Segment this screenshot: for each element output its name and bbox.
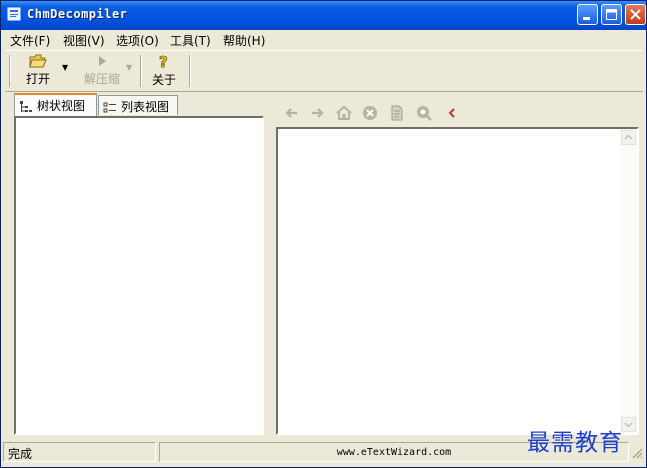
- minimize-button[interactable]: [577, 4, 598, 25]
- menu-file[interactable]: 文件(F): [10, 32, 50, 49]
- about-label: 关于: [151, 73, 176, 87]
- play-icon: [99, 56, 106, 66]
- close-icon: [630, 9, 641, 20]
- app-window: ChmDecompiler 文件(F) 视图(V) 选项(O) 工具(T) 帮助…: [0, 0, 647, 468]
- home-icon[interactable]: [335, 104, 353, 122]
- scroll-down-button[interactable]: [621, 417, 636, 432]
- open-folder-icon: [29, 54, 47, 68]
- content-viewer[interactable]: [276, 127, 639, 435]
- maximize-button[interactable]: [601, 4, 622, 25]
- browser-nav-bar: [279, 101, 635, 125]
- tab-list-view-label: 列表视图: [121, 100, 170, 114]
- resize-grip-icon[interactable]: [631, 447, 643, 459]
- chevron-left-icon[interactable]: [443, 104, 461, 122]
- vertical-scrollbar[interactable]: [620, 129, 637, 433]
- list-view-icon: [103, 102, 116, 112]
- status-text: 完成: [3, 442, 156, 462]
- chevron-down-icon: [624, 422, 633, 428]
- about-button[interactable]: ? 关于: [147, 53, 181, 87]
- menu-bar: 文件(F) 视图(V) 选项(O) 工具(T) 帮助(H): [5, 30, 643, 49]
- chevron-up-icon: [624, 134, 633, 140]
- tab-tree-view[interactable]: 树状视图: [14, 93, 97, 116]
- minimize-icon: [583, 17, 590, 20]
- tree-view-panel[interactable]: [14, 116, 264, 435]
- decompress-label: 解压缩: [83, 72, 120, 86]
- maximize-icon: [606, 9, 617, 20]
- tree-view-icon: [20, 100, 32, 112]
- back-arrow-icon[interactable]: [283, 104, 301, 122]
- open-dropdown-arrow[interactable]: ▼: [62, 63, 68, 72]
- svg-text:?: ?: [159, 53, 168, 70]
- menu-view[interactable]: 视图(V): [63, 32, 105, 49]
- stop-icon[interactable]: [361, 104, 379, 122]
- menu-options[interactable]: 选项(O): [116, 32, 159, 49]
- watermark-logo: 最需教育: [527, 430, 623, 456]
- left-pane: 树状视图 列表视图: [11, 93, 267, 437]
- app-icon: [7, 7, 21, 21]
- toolbar-separator-end: [189, 55, 191, 87]
- decompress-dropdown-arrow[interactable]: ▼: [126, 63, 132, 72]
- close-button[interactable]: [625, 4, 646, 25]
- open-button[interactable]: 打开: [19, 53, 57, 87]
- forward-arrow-icon[interactable]: [308, 104, 326, 122]
- menu-tools[interactable]: 工具(T): [170, 32, 211, 49]
- right-pane: [273, 95, 641, 437]
- toolbar: 打开 ▼ 解压缩 ▼ ? 关于: [5, 50, 643, 92]
- document-icon[interactable]: [388, 104, 406, 122]
- search-icon[interactable]: [415, 104, 433, 122]
- scroll-up-button[interactable]: [621, 130, 636, 145]
- menu-help[interactable]: 帮助(H): [223, 32, 265, 49]
- toolbar-grip: [9, 55, 11, 87]
- help-question-icon: ?: [159, 53, 169, 70]
- tab-list-view[interactable]: 列表视图: [98, 95, 178, 115]
- toolbar-separator: [140, 55, 142, 87]
- open-label: 打开: [25, 72, 50, 86]
- window-title: ChmDecompiler: [27, 7, 128, 21]
- title-bar[interactable]: ChmDecompiler: [1, 1, 646, 30]
- decompress-button[interactable]: 解压缩: [81, 53, 123, 87]
- tab-tree-view-label: 树状视图: [37, 99, 86, 113]
- view-tabs: 树状视图 列表视图: [14, 93, 264, 117]
